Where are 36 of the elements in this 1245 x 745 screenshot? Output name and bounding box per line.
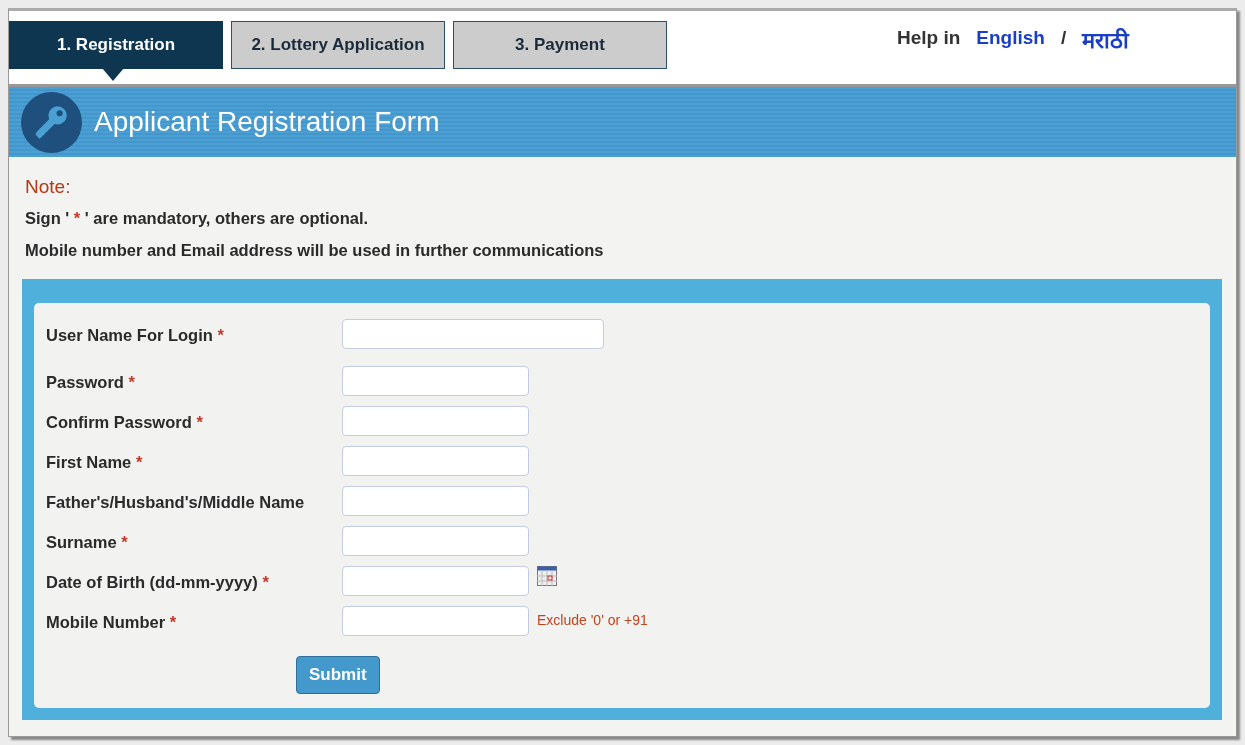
text-field[interactable] — [342, 446, 529, 476]
note-text: Mobile number and Email address will be used in further communications — [25, 240, 605, 262]
text-field[interactable] — [342, 486, 529, 516]
field-label: Password — [46, 373, 124, 391]
text-field[interactable] — [342, 366, 529, 396]
language-link[interactable]: मराठी — [1082, 24, 1130, 57]
step-tab[interactable]: 3. Payment — [453, 21, 667, 69]
required-mark: * — [217, 326, 224, 344]
required-mark: * — [196, 413, 203, 431]
field-label: First Name — [46, 453, 132, 471]
field-label: Mobile Number — [46, 613, 166, 631]
note-text: Sign ' * ' are mandatory, others are optional. — [25, 207, 370, 229]
key-icon — [21, 91, 82, 153]
field-label: Surname — [46, 533, 117, 551]
text-field[interactable] — [342, 526, 529, 556]
help-label: Help in — [897, 26, 961, 50]
language-link[interactable]: English — [976, 24, 1045, 53]
field-label: Confirm Password — [46, 413, 192, 431]
required-mark: * — [169, 613, 177, 631]
text-field[interactable] — [342, 319, 604, 349]
text-field[interactable] — [342, 606, 529, 636]
step-tab[interactable]: 2. Lottery Application — [231, 21, 445, 69]
separator-text: / — [1060, 26, 1067, 50]
hint-text: Exclude '0' or +91 — [537, 611, 648, 630]
field-label: Date of Birth (dd-mm-yyyy) — [46, 573, 258, 591]
required-mark: * — [262, 573, 269, 591]
required-mark: * — [128, 373, 135, 391]
required-mark: * — [121, 533, 128, 551]
field-label: Father's/Husband's/Middle Name — [46, 493, 305, 511]
calendar-icon[interactable] — [537, 566, 557, 586]
note-heading: Note: — [25, 175, 72, 199]
form-title: Applicant Registration Form — [94, 105, 440, 139]
text-field[interactable] — [342, 566, 529, 596]
required-mark: * — [135, 453, 143, 471]
field-label: User Name For Login — [46, 326, 213, 344]
text-field[interactable] — [342, 406, 529, 436]
